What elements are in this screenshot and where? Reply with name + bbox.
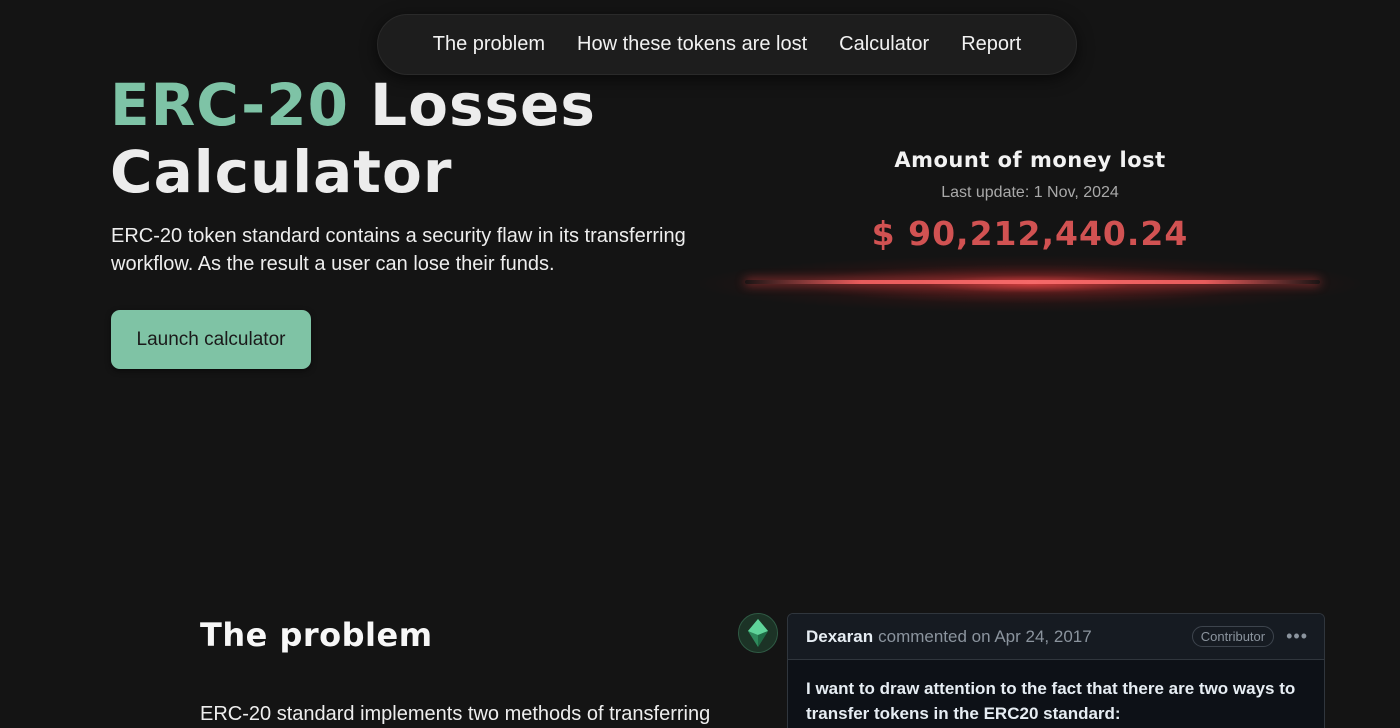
nav-link-the-problem[interactable]: The problem bbox=[433, 33, 545, 56]
hero-description: ERC-20 token standard contains a securit… bbox=[111, 225, 686, 275]
hero-title-accent: ERC-20 bbox=[110, 71, 349, 139]
comment-header: Dexaran commented on Apr 24, 2017 Contri… bbox=[788, 614, 1324, 660]
comment-author[interactable]: Dexaran bbox=[806, 627, 873, 647]
nav-link-calculator[interactable]: Calculator bbox=[839, 33, 929, 56]
hero-title-rest: Losses bbox=[348, 71, 596, 139]
problem-section-title: The problem bbox=[200, 616, 433, 654]
github-comment: Dexaran commented on Apr 24, 2017 Contri… bbox=[787, 613, 1325, 728]
problem-section-text: ERC-20 standard implements two methods o… bbox=[200, 703, 711, 725]
money-lost-amount: $ 90,212,440.24 bbox=[871, 214, 1189, 253]
money-lost-title: Amount of money lost bbox=[894, 148, 1166, 172]
money-lost-panel: Amount of money lost Last update: 1 Nov,… bbox=[700, 148, 1360, 253]
launch-calculator-button[interactable]: Launch calculator bbox=[111, 310, 311, 369]
comment-body: I want to draw attention to the fact tha… bbox=[806, 679, 1296, 723]
comment-meta: commented on Apr 24, 2017 bbox=[878, 626, 1092, 646]
loss-glow-line bbox=[745, 280, 1320, 284]
contributor-badge: Contributor bbox=[1191, 626, 1275, 647]
hero-title: ERC-20 Losses Calculator bbox=[110, 72, 596, 206]
more-options-icon[interactable]: ••• bbox=[1286, 626, 1308, 647]
nav-link-report[interactable]: Report bbox=[961, 33, 1021, 56]
avatar-icon bbox=[739, 614, 777, 652]
nav-link-how-tokens-lost[interactable]: How these tokens are lost bbox=[577, 33, 807, 56]
loss-glow bbox=[700, 256, 1360, 312]
last-update-text: Last update: 1 Nov, 2024 bbox=[941, 184, 1119, 201]
hero-title-line2: Calculator bbox=[110, 138, 453, 206]
commenter-avatar[interactable] bbox=[738, 613, 778, 653]
page: The problem How these tokens are lost Ca… bbox=[0, 0, 1400, 728]
top-nav: The problem How these tokens are lost Ca… bbox=[377, 14, 1077, 75]
